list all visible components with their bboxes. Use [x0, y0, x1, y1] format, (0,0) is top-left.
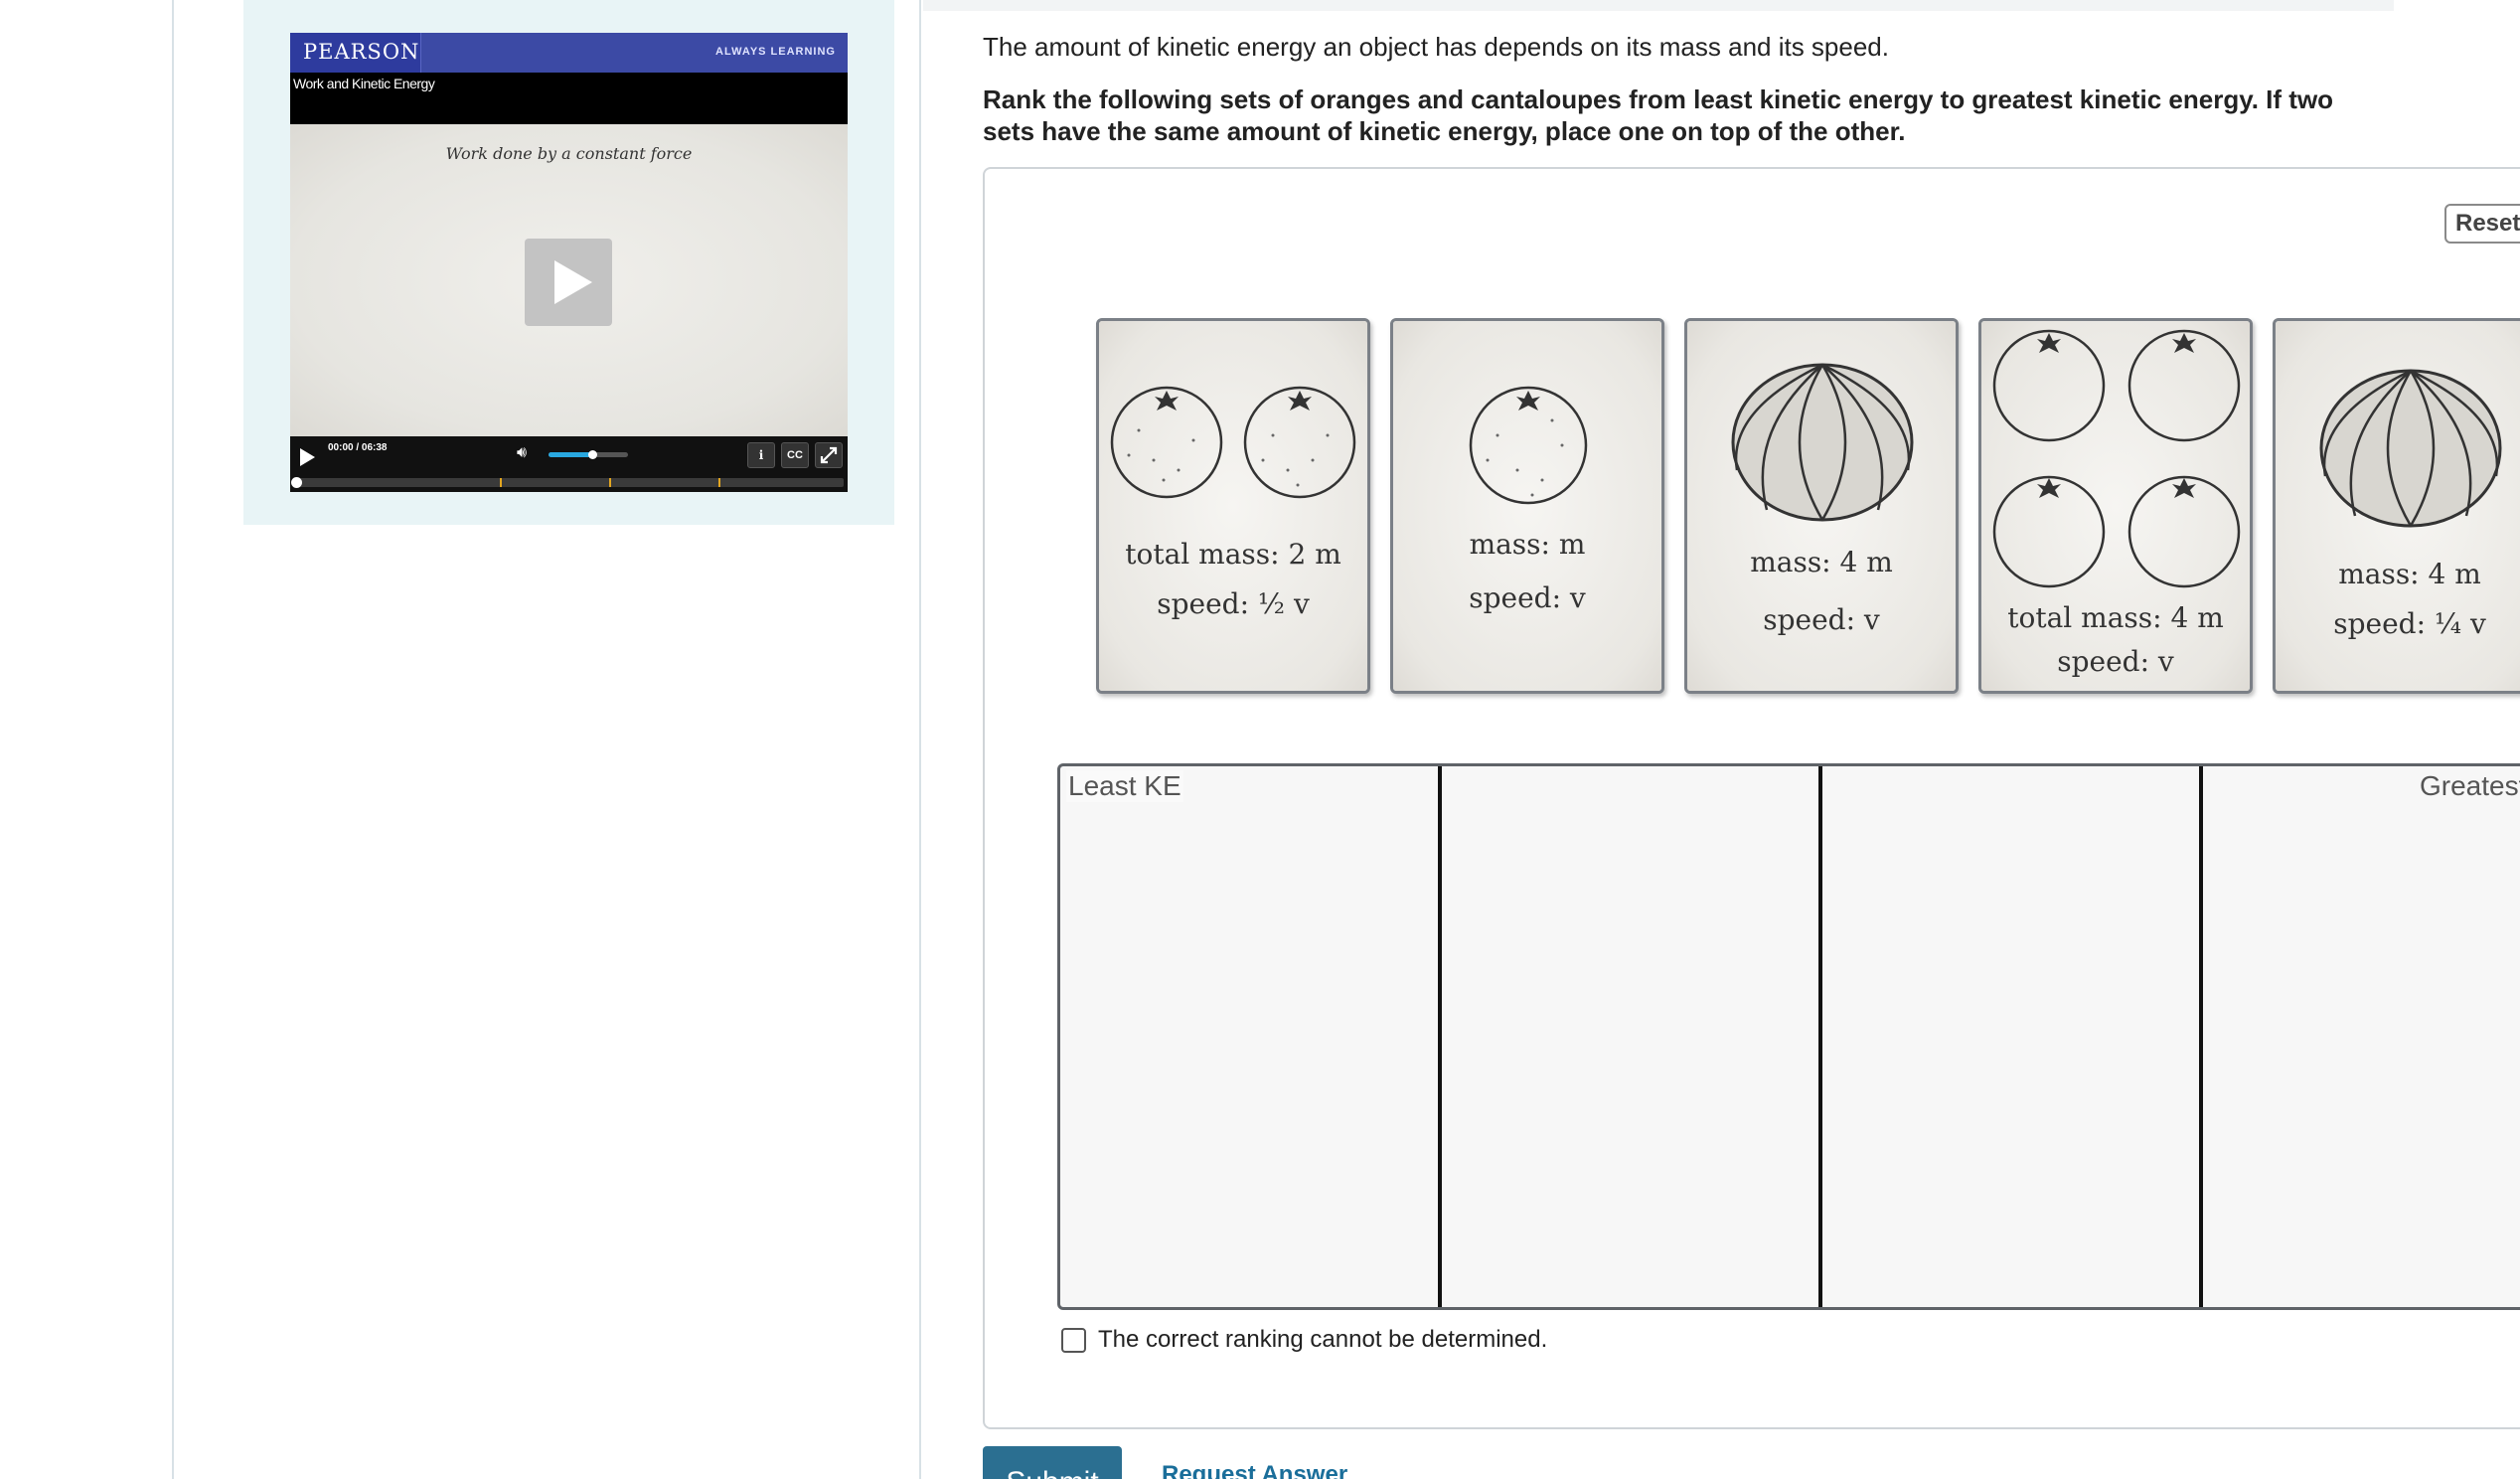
info-icon[interactable]: i: [747, 442, 775, 468]
brand-tagline: ALWAYS LEARNING: [715, 46, 836, 58]
orange-icon: [1469, 386, 1588, 505]
reset-button[interactable]: Reset: [2444, 204, 2520, 244]
ranking-drop-area[interactable]: Least KE Greatest KE: [1057, 763, 2520, 1310]
volume-level: [549, 452, 592, 457]
page: PEARSON ALWAYS LEARNING Work and Kinetic…: [0, 0, 2520, 1479]
brand-logo: PEARSON: [290, 33, 421, 73]
video-player[interactable]: PEARSON ALWAYS LEARNING Work and Kinetic…: [290, 33, 848, 492]
video-time: 00:00 / 06:38: [328, 442, 388, 453]
video-progress-bar[interactable]: [291, 477, 844, 488]
ranking-card-four-oranges[interactable]: total mass: 4 m speed: v: [1978, 318, 2253, 694]
center-column-divider: [919, 0, 921, 1479]
ranking-card-cantaloupe-slow[interactable]: mass: 4 m speed: ¼ v: [2273, 318, 2520, 694]
left-column-divider: [172, 0, 174, 1479]
video-brand-bar: PEARSON ALWAYS LEARNING: [290, 33, 848, 73]
volume-slider[interactable]: [549, 450, 628, 459]
ranking-widget: Reset total mass: 2 m speed: ½ v mass: m…: [983, 167, 2520, 1429]
ranking-card-one-orange[interactable]: mass: m speed: v: [1390, 318, 1664, 694]
volume-handle[interactable]: [588, 450, 597, 459]
card-speed-label: speed: v: [1763, 603, 1880, 636]
card-speed-label: speed: v: [1469, 581, 1586, 614]
chapter-marker: [718, 478, 720, 487]
card-speed-label: speed: v: [2057, 645, 2174, 678]
undetermined-checkbox[interactable]: [1061, 1328, 1086, 1353]
play-icon[interactable]: [296, 446, 318, 468]
request-answer-link[interactable]: Request Answer: [1162, 1461, 1347, 1479]
fullscreen-icon[interactable]: [815, 442, 843, 468]
ranking-card-cantaloupe[interactable]: mass: 4 m speed: v: [1684, 318, 1959, 694]
rank-slot-divider: [2199, 766, 2203, 1307]
card-mass-label: total mass: 2 m: [1125, 538, 1341, 571]
card-mass-label: mass: m: [1469, 528, 1586, 561]
play-overlay-icon[interactable]: [525, 239, 612, 326]
rank-slot-divider: [1818, 766, 1822, 1307]
card-mass-label: mass: 4 m: [2338, 558, 2481, 590]
undetermined-label: The correct ranking cannot be determined…: [1098, 1326, 1548, 1353]
video-controls: 00:00 / 06:38 🔊︎ i CC: [290, 436, 848, 492]
question-intro: The amount of kinetic energy an object h…: [983, 32, 1889, 62]
rank-slot-divider: [1438, 766, 1442, 1307]
card-mass-label: mass: 4 m: [1750, 546, 1893, 578]
ranking-card-two-oranges[interactable]: total mass: 2 m speed: ½ v: [1096, 318, 1370, 694]
chapter-marker: [609, 478, 611, 487]
submit-button[interactable]: Submit: [983, 1446, 1122, 1479]
orange-group-icon: [1992, 329, 2241, 588]
card-speed-label: speed: ½ v: [1157, 587, 1310, 620]
question-instruction: Rank the following sets of oranges and c…: [983, 84, 2334, 146]
card-mass-label: total mass: 4 m: [2007, 601, 2224, 634]
closed-captions-icon[interactable]: CC: [781, 442, 809, 468]
chapter-marker: [500, 478, 502, 487]
brand-name: PEARSON: [303, 40, 420, 64]
video-screen[interactable]: Work done by a constant force: [290, 124, 848, 436]
least-ke-label: Least KE: [1066, 770, 1183, 802]
video-caption: Work done by a constant force: [445, 144, 693, 163]
greatest-ke-label: Greatest KE: [2420, 770, 2520, 801]
video-title: Work and Kinetic Energy: [293, 76, 435, 91]
card-speed-label: speed: ¼ v: [2333, 607, 2486, 640]
progress-handle[interactable]: [291, 477, 302, 488]
volume-icon[interactable]: 🔊︎: [517, 444, 541, 464]
cantaloupe-icon: [1731, 363, 1914, 522]
content-top-strip: [923, 0, 2394, 11]
orange-pair-icon: [1110, 386, 1356, 499]
